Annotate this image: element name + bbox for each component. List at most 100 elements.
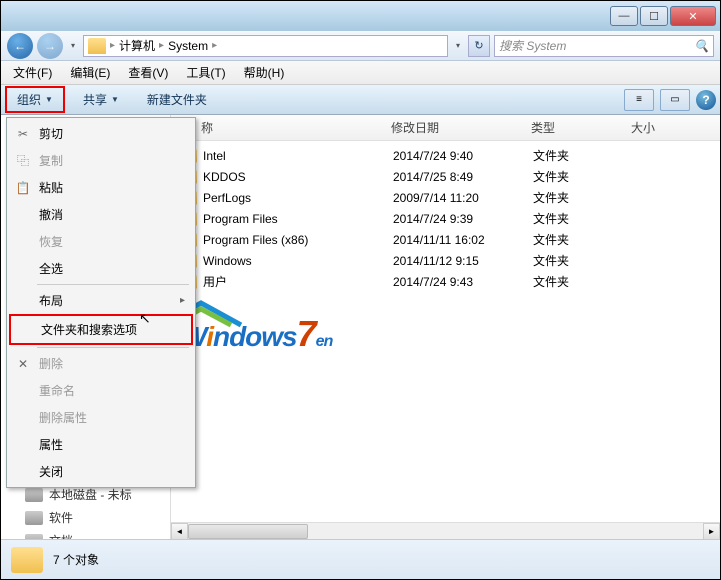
file-type: 文件夹 — [533, 210, 633, 227]
nav-history-dropdown[interactable]: ▾ — [67, 36, 79, 56]
scroll-right-button[interactable]: ► — [703, 523, 720, 540]
search-icon: 🔍 — [694, 39, 709, 53]
menu-file[interactable]: 文件(F) — [5, 62, 60, 83]
sidebar-item-software[interactable]: 软件 — [5, 506, 166, 529]
file-row[interactable]: Windows2014/11/12 9:15文件夹 — [171, 250, 720, 271]
breadcrumb-computer[interactable]: 计算机 — [119, 37, 155, 54]
drive-icon — [25, 488, 43, 502]
view-mode-button[interactable]: ≡ — [624, 89, 654, 111]
dd-undo[interactable]: 撤消 — [9, 201, 193, 228]
dd-label: 撤消 — [39, 206, 63, 223]
dd-properties[interactable]: 属性 — [9, 431, 193, 458]
dd-cut[interactable]: ✂ 剪切 — [9, 120, 193, 147]
help-button[interactable]: ? — [696, 90, 716, 110]
chevron-right-icon[interactable]: ▸ — [159, 40, 164, 51]
file-type: 文件夹 — [533, 168, 633, 185]
copy-icon: ⿻ — [15, 153, 31, 169]
organize-button[interactable]: 组织 ▼ — [5, 86, 65, 113]
file-row[interactable]: Program Files (x86)2014/11/11 16:02文件夹 — [171, 229, 720, 250]
breadcrumb[interactable]: ▸ 计算机 ▸ System ▸ — [83, 35, 448, 57]
header-size[interactable]: 大小 — [631, 119, 691, 136]
menu-view[interactable]: 查看(V) — [120, 62, 176, 83]
file-date: 2014/7/24 9:39 — [393, 212, 533, 226]
close-button[interactable]: ✕ — [670, 6, 716, 26]
dd-label: 全选 — [39, 260, 63, 277]
scroll-thumb[interactable] — [188, 524, 308, 539]
file-name: 用户 — [203, 273, 393, 290]
share-label: 共享 — [83, 91, 107, 108]
breadcrumb-dropdown[interactable]: ▾ — [452, 36, 464, 56]
dd-paste[interactable]: 📋 粘贴 — [9, 174, 193, 201]
titlebar: — ☐ ✕ — [1, 1, 720, 31]
file-name: Program Files (x86) — [203, 233, 393, 247]
dd-label: 复制 — [39, 152, 63, 169]
dd-label: 删除属性 — [39, 409, 87, 426]
back-button[interactable]: ← — [7, 33, 33, 59]
explorer-window: — ☐ ✕ ← → ▾ ▸ 计算机 ▸ System ▸ ▾ ↻ 搜索 Syst… — [0, 0, 721, 580]
sidebar-item-label: 本地磁盘 - 未标 — [49, 486, 132, 503]
file-date: 2014/11/11 16:02 — [393, 233, 533, 247]
menu-edit[interactable]: 编辑(E) — [62, 62, 118, 83]
chevron-right-icon[interactable]: ▸ — [212, 40, 217, 51]
status-count: 7 个对象 — [53, 551, 99, 568]
search-input[interactable]: 搜索 System 🔍 — [494, 35, 714, 57]
file-row[interactable]: KDDOS2014/7/25 8:49文件夹 — [171, 166, 720, 187]
share-button[interactable]: 共享 ▼ — [73, 88, 129, 111]
new-folder-button[interactable]: 新建文件夹 — [137, 88, 217, 111]
file-type: 文件夹 — [533, 147, 633, 164]
dd-label: 关闭 — [39, 463, 63, 480]
dd-label: 剪切 — [39, 125, 63, 142]
file-name: Intel — [203, 149, 393, 163]
preview-pane-button[interactable]: ▭ — [660, 89, 690, 111]
breadcrumb-system[interactable]: System — [168, 39, 208, 53]
chevron-right-icon: ▸ — [180, 295, 185, 306]
menu-tools[interactable]: 工具(T) — [178, 62, 233, 83]
sidebar-item-label: 文档 — [49, 532, 73, 539]
header-date[interactable]: 修改日期 — [391, 119, 531, 136]
chevron-right-icon[interactable]: ▸ — [110, 40, 115, 51]
dd-label: 文件夹和搜索选项 — [41, 321, 137, 338]
file-row[interactable]: Program Files2014/7/24 9:39文件夹 — [171, 208, 720, 229]
file-name: PerfLogs — [203, 191, 393, 205]
minimize-button[interactable]: — — [610, 6, 638, 26]
sidebar-item-documents[interactable]: 文档 — [5, 529, 166, 539]
separator — [37, 347, 189, 348]
maximize-button[interactable]: ☐ — [640, 6, 668, 26]
dd-label: 恢复 — [39, 233, 63, 250]
header-name[interactable]: 称 — [171, 119, 391, 136]
folder-icon — [11, 547, 43, 573]
cursor-icon: ↖ — [139, 310, 151, 327]
drive-icon — [25, 534, 43, 540]
dd-layout[interactable]: 布局 ▸ — [9, 287, 193, 314]
file-name: KDDOS — [203, 170, 393, 184]
file-row[interactable]: Intel2014/7/24 9:40文件夹 — [171, 145, 720, 166]
navbar: ← → ▾ ▸ 计算机 ▸ System ▸ ▾ ↻ 搜索 System 🔍 — [1, 31, 720, 61]
search-placeholder: 搜索 System — [499, 37, 566, 54]
file-list: Intel2014/7/24 9:40文件夹KDDOS2014/7/25 8:4… — [171, 141, 720, 522]
dd-remove-props: 删除属性 — [9, 404, 193, 431]
dd-label: 属性 — [39, 436, 63, 453]
file-list-area: 称 修改日期 类型 大小 Intel2014/7/24 9:40文件夹KDDOS… — [171, 115, 720, 539]
file-row[interactable]: 用户2014/7/24 9:43文件夹 — [171, 271, 720, 292]
dd-selectall[interactable]: 全选 — [9, 255, 193, 282]
file-row[interactable]: PerfLogs2009/7/14 11:20文件夹 — [171, 187, 720, 208]
folder-icon — [88, 38, 106, 54]
dd-label: 布局 — [39, 292, 63, 309]
dd-copy: ⿻ 复制 — [9, 147, 193, 174]
file-name: Windows — [203, 254, 393, 268]
dd-folder-options[interactable]: 文件夹和搜索选项 — [9, 314, 193, 345]
separator — [37, 284, 189, 285]
horizontal-scrollbar[interactable]: ◄ ► — [171, 522, 720, 539]
scroll-left-button[interactable]: ◄ — [171, 523, 188, 540]
file-date: 2014/7/24 9:40 — [393, 149, 533, 163]
refresh-button[interactable]: ↻ — [468, 35, 490, 57]
file-type: 文件夹 — [533, 231, 633, 248]
header-type[interactable]: 类型 — [531, 119, 631, 136]
forward-button[interactable]: → — [37, 33, 63, 59]
dd-delete: ✕ 删除 — [9, 350, 193, 377]
file-date: 2009/7/14 11:20 — [393, 191, 533, 205]
dd-close[interactable]: 关闭 — [9, 458, 193, 485]
chevron-down-icon: ▼ — [45, 95, 53, 104]
menu-help[interactable]: 帮助(H) — [236, 62, 293, 83]
column-headers: 称 修改日期 类型 大小 — [171, 115, 720, 141]
